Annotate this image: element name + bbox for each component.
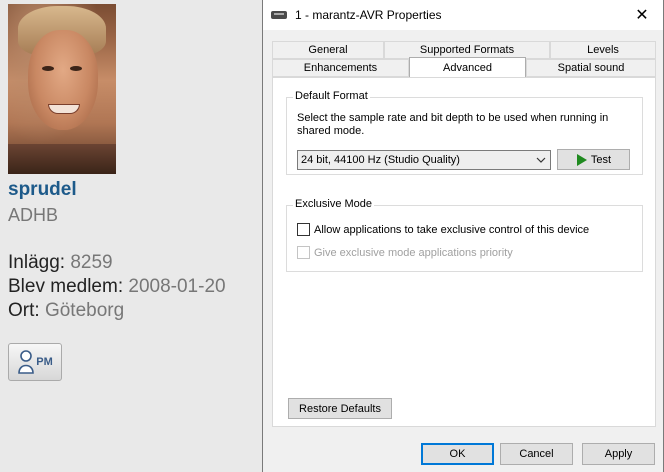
- user-title: ADHB: [8, 205, 59, 225]
- tab-spatial-sound[interactable]: Spatial sound: [526, 59, 656, 77]
- allow-exclusive-checkbox[interactable]: [297, 223, 310, 236]
- allow-exclusive-label: Allow applications to take exclusive con…: [314, 223, 590, 236]
- tab-general[interactable]: General: [272, 41, 384, 59]
- location-label: Ort:: [8, 300, 40, 321]
- location: Ort: Göteborg: [8, 300, 124, 322]
- sample-rate-value: 24 bit, 44100 Hz (Studio Quality): [301, 154, 460, 166]
- pm-label: PM: [36, 356, 53, 368]
- cancel-button[interactable]: Cancel: [500, 443, 573, 465]
- user-profile-panel: sprudel ADHB Inlägg: 8259 Blev medlem: 2…: [0, 0, 262, 472]
- apply-button[interactable]: Apply: [582, 443, 655, 465]
- posts-value: 8259: [70, 252, 113, 273]
- speaker-device-icon: [271, 11, 287, 19]
- default-format-group: Default Format Select the sample rate an…: [286, 90, 643, 175]
- exclusive-priority-row: Give exclusive mode applications priorit…: [297, 246, 513, 259]
- advanced-tab-panel: Default Format Select the sample rate an…: [272, 77, 656, 427]
- test-button-label: Test: [590, 153, 612, 166]
- default-format-description: Select the sample rate and bit depth to …: [297, 112, 609, 137]
- default-format-label: Default Format: [293, 90, 370, 102]
- tab-levels[interactable]: Levels: [550, 41, 656, 59]
- sample-rate-dropdown[interactable]: 24 bit, 44100 Hz (Studio Quality): [297, 150, 551, 170]
- user-avatar[interactable]: [8, 4, 116, 174]
- join-date-value: 2008-01-20: [128, 276, 226, 297]
- join-date: Blev medlem: 2008-01-20: [8, 276, 226, 298]
- username-link[interactable]: sprudel: [8, 179, 77, 201]
- exclusive-mode-group: Exclusive Mode Allow applications to tak…: [286, 198, 643, 272]
- posts-count: Inlägg: 8259: [8, 252, 113, 274]
- ok-button[interactable]: OK: [421, 443, 494, 465]
- dialog-title: 1 - marantz-AVR Properties: [295, 8, 442, 22]
- test-button[interactable]: Test: [557, 149, 630, 170]
- private-message-button[interactable]: PM: [8, 343, 62, 381]
- join-date-label: Blev medlem:: [8, 276, 124, 297]
- properties-dialog: 1 - marantz-AVR Properties ✕ General Sup…: [262, 0, 664, 472]
- exclusive-priority-checkbox: [297, 246, 310, 259]
- close-icon[interactable]: ✕: [629, 2, 655, 28]
- dialog-titlebar[interactable]: 1 - marantz-AVR Properties ✕: [263, 0, 663, 30]
- posts-label: Inlägg:: [8, 252, 66, 273]
- chevron-down-icon: [536, 157, 546, 163]
- location-value: Göteborg: [44, 300, 125, 321]
- restore-defaults-button[interactable]: Restore Defaults: [288, 398, 392, 419]
- play-icon: [576, 153, 587, 166]
- allow-exclusive-row[interactable]: Allow applications to take exclusive con…: [297, 223, 589, 236]
- exclusive-priority-label: Give exclusive mode applications priorit…: [314, 246, 513, 259]
- tab-advanced[interactable]: Advanced: [409, 57, 526, 77]
- user-icon: [18, 350, 35, 374]
- exclusive-mode-label: Exclusive Mode: [293, 198, 375, 210]
- tab-enhancements[interactable]: Enhancements: [272, 59, 409, 77]
